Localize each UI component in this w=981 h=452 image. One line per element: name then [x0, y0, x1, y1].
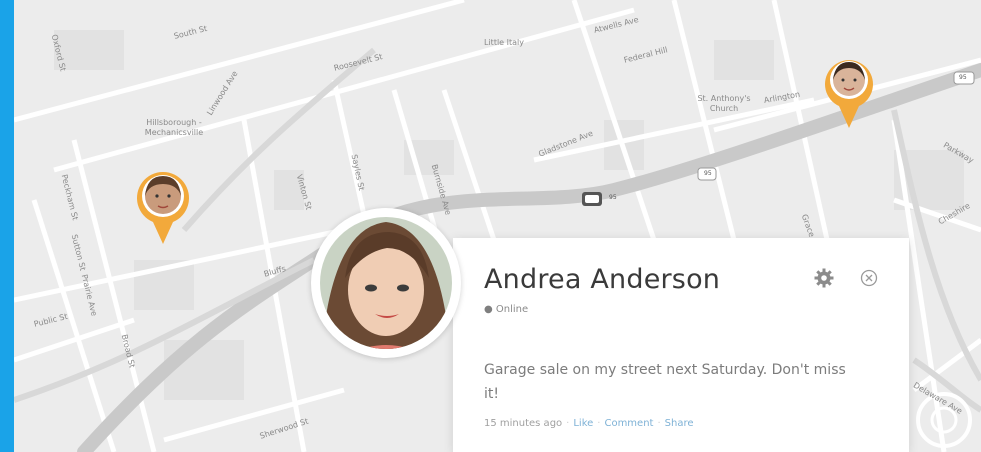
gear-icon[interactable]	[814, 268, 834, 288]
post-time: 15 minutes ago	[484, 418, 563, 429]
road-badge: 95	[959, 74, 967, 81]
comment-link[interactable]: Comment	[604, 418, 653, 429]
road-badge: 95	[704, 170, 712, 177]
post-message: Garage sale on my street next Saturday. …	[484, 362, 846, 402]
road-badge: 95	[609, 194, 617, 201]
place-label: St. Anthony's Church	[697, 94, 751, 113]
app-frame: South St Roosevelt St Little Italy Hills…	[0, 0, 981, 452]
user-popup-card: Andrea Anderson ● Online Garage sale on …	[453, 238, 909, 452]
avatar[interactable]	[311, 208, 461, 358]
close-icon[interactable]	[860, 269, 878, 287]
like-link[interactable]: Like	[573, 418, 593, 429]
user-name[interactable]: Andrea Anderson	[484, 264, 720, 295]
place-label: Little Italy	[484, 38, 524, 47]
status-text: Online	[495, 304, 529, 315]
status-dot-icon: ●	[484, 304, 496, 315]
user-status: ● Online	[484, 304, 528, 315]
post-meta: 15 minutes ago · Like · Comment · Share	[484, 418, 694, 429]
place-label: Hillsborough - Mechanicsville	[144, 118, 204, 137]
share-link[interactable]: Share	[665, 418, 694, 429]
